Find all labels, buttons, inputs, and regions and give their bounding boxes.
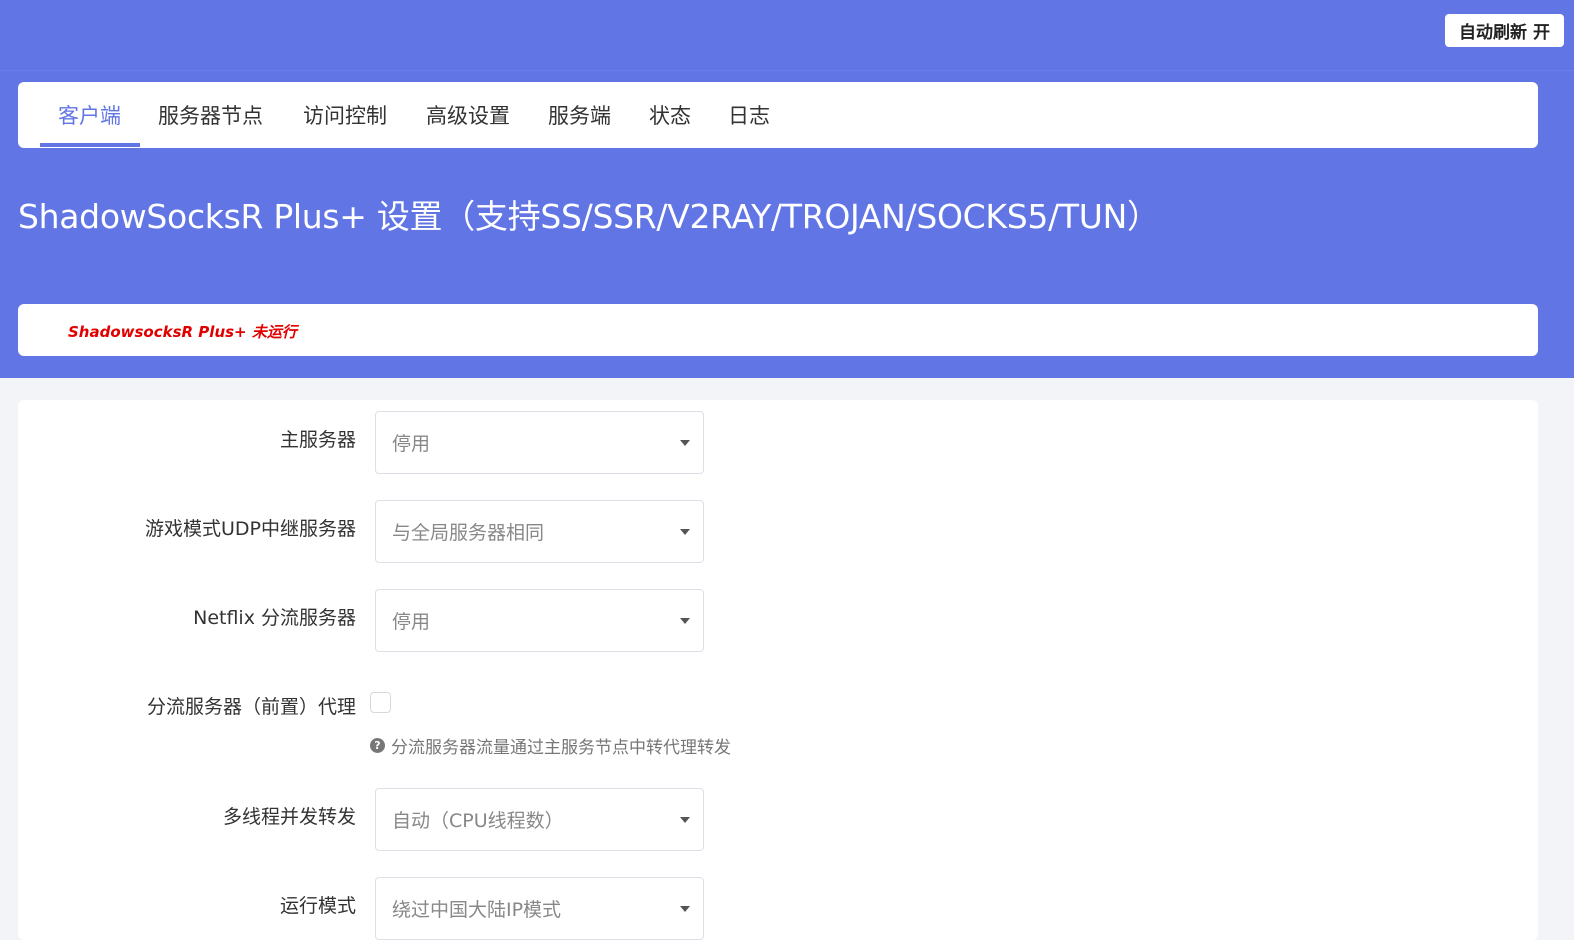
udp-relay-label: 游戏模式UDP中继服务器 xyxy=(145,518,356,540)
shunt-proxy-help: ? 分流服务器流量通过主服务节点中转代理转发 xyxy=(370,734,731,758)
auto-refresh-button[interactable]: 自动刷新 开 xyxy=(1445,14,1564,47)
chevron-down-icon xyxy=(680,529,690,535)
main-server-value: 停用 xyxy=(392,433,431,455)
chevron-down-icon xyxy=(680,440,690,446)
shunt-proxy-checkbox[interactable] xyxy=(370,692,391,713)
shunt-proxy-label: 分流服务器（前置）代理 xyxy=(146,696,356,718)
tab-client[interactable]: 客户端 xyxy=(58,82,121,148)
netflix-server-label: Netflix 分流服务器 xyxy=(193,607,356,629)
tab-advanced-settings[interactable]: 高级设置 xyxy=(426,82,510,148)
tab-status[interactable]: 状态 xyxy=(649,82,691,148)
shunt-proxy-help-text: 分流服务器流量通过主服务节点中转代理转发 xyxy=(391,737,731,758)
settings-form: 主服务器 停用 游戏模式UDP中继服务器 与全局服务器相同 Netflix 分流… xyxy=(18,400,1538,940)
threads-value: 自动（CPU线程数） xyxy=(392,810,564,832)
question-circle-icon: ? xyxy=(370,737,385,753)
tab-access-control[interactable]: 访问控制 xyxy=(303,82,387,148)
run-mode-value: 绕过中国大陆IP模式 xyxy=(392,899,562,921)
top-bar: 自动刷新 开 xyxy=(0,0,1574,71)
active-tab-indicator xyxy=(40,143,140,147)
run-mode-select[interactable]: 绕过中国大陆IP模式 xyxy=(375,877,704,940)
tab-server-nodes[interactable]: 服务器节点 xyxy=(158,82,263,148)
chevron-down-icon xyxy=(680,618,690,624)
tab-server[interactable]: 服务端 xyxy=(548,82,611,148)
header-banner: 自动刷新 开 客户端 服务器节点 访问控制 高级设置 服务端 状态 日志 Sha… xyxy=(0,0,1574,378)
netflix-server-value: 停用 xyxy=(392,611,431,633)
udp-relay-select[interactable]: 与全局服务器相同 xyxy=(375,500,704,563)
status-panel: ShadowsocksR Plus+ 未运行 xyxy=(18,304,1538,356)
page-title: ShadowSocksR Plus+ 设置（支持SS/SSR/V2RAY/TRO… xyxy=(18,197,1160,236)
netflix-server-select[interactable]: 停用 xyxy=(375,589,704,652)
main-server-label: 主服务器 xyxy=(279,429,356,451)
threads-select[interactable]: 自动（CPU线程数） xyxy=(375,788,704,851)
chevron-down-icon xyxy=(680,906,690,912)
udp-relay-value: 与全局服务器相同 xyxy=(392,522,545,544)
tab-log[interactable]: 日志 xyxy=(728,82,770,148)
chevron-down-icon xyxy=(680,817,690,823)
tab-bar: 客户端 服务器节点 访问控制 高级设置 服务端 状态 日志 xyxy=(18,82,1538,148)
run-mode-label: 运行模式 xyxy=(279,895,356,917)
status-text: ShadowsocksR Plus+ 未运行 xyxy=(68,323,297,341)
main-server-select[interactable]: 停用 xyxy=(375,411,704,474)
threads-label: 多线程并发转发 xyxy=(222,806,356,828)
